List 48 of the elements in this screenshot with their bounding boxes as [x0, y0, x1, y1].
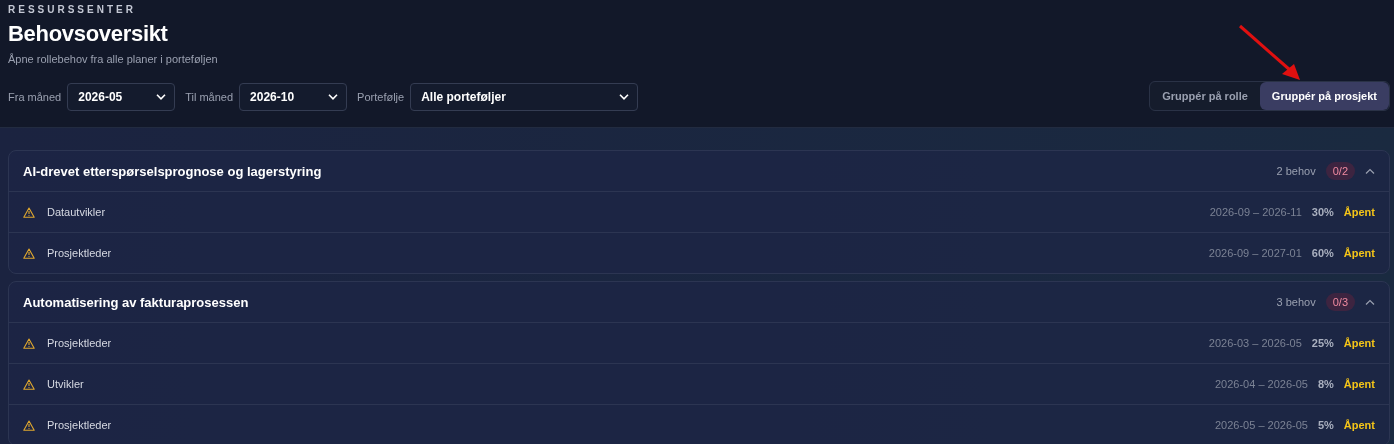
- period-text: 2026-05 – 2026-05: [1214, 419, 1308, 431]
- allocation-percent: 30%: [1311, 206, 1334, 218]
- status-text: Åpent: [1343, 206, 1375, 218]
- page-title: Behovsoversikt: [8, 21, 169, 47]
- period-text: 2026-04 – 2026-05: [1214, 378, 1308, 390]
- warning-icon: [23, 419, 35, 431]
- chevron-down-icon: [619, 94, 630, 100]
- role-name: Utvikler: [47, 378, 85, 390]
- chevron-up-icon[interactable]: [1365, 299, 1375, 305]
- allocation-percent: 5%: [1317, 419, 1334, 431]
- filter-dropdown[interactable]: 2026-05: [67, 83, 176, 111]
- chevron-down-icon: [156, 94, 167, 100]
- chevron-up-icon[interactable]: [1365, 168, 1375, 174]
- need-count: 3 behov: [1276, 296, 1316, 308]
- section-eyebrow: RESSURSSENTER: [8, 4, 137, 15]
- period-text: 2026-09 – 2027-01: [1208, 247, 1302, 259]
- allocation-percent: 25%: [1311, 337, 1334, 349]
- annotation-arrow: [1238, 24, 1302, 82]
- period-text: 2026-03 – 2026-05: [1208, 337, 1302, 349]
- project-title: AI-drevet etterspørselsprognose og lagerstyring: [23, 163, 323, 179]
- project-title: Automatisering av fakturaprosessen: [23, 294, 250, 310]
- filter-label: Til måned: [185, 91, 234, 103]
- grouping-button[interactable]: Gruppér på prosjekt: [1259, 82, 1389, 110]
- filter-dropdown[interactable]: 2026-10: [239, 83, 348, 111]
- warning-icon: [23, 378, 35, 390]
- warning-icon: [23, 247, 35, 259]
- status-text: Åpent: [1343, 419, 1375, 431]
- status-text: Åpent: [1343, 378, 1375, 390]
- chevron-down-icon: [328, 94, 339, 100]
- warning-icon: [23, 337, 35, 349]
- warning-icon: [23, 206, 35, 218]
- role-name: Prosjektleder: [47, 337, 113, 349]
- role-name: Prosjektleder: [47, 419, 113, 431]
- role-name: Prosjektleder: [47, 247, 113, 259]
- filter-label: Portefølje: [357, 91, 405, 103]
- page-subtitle: Åpne rollebehov fra alle planer i porteføljen: [8, 53, 219, 65]
- filled-badge: 0/3: [1325, 293, 1355, 311]
- status-text: Åpent: [1343, 337, 1375, 349]
- filter-label: Fra måned: [8, 91, 62, 103]
- filter-dropdown[interactable]: Alle porteføljer: [410, 83, 639, 111]
- allocation-percent: 8%: [1317, 378, 1334, 390]
- filled-badge: 0/2: [1325, 162, 1355, 180]
- grouping-button[interactable]: Gruppér på rolle: [1150, 82, 1260, 110]
- status-text: Åpent: [1343, 247, 1375, 259]
- allocation-percent: 60%: [1311, 247, 1334, 259]
- period-text: 2026-09 – 2026-11: [1209, 206, 1302, 218]
- role-name: Datautvikler: [47, 206, 107, 218]
- need-count: 2 behov: [1276, 165, 1316, 177]
